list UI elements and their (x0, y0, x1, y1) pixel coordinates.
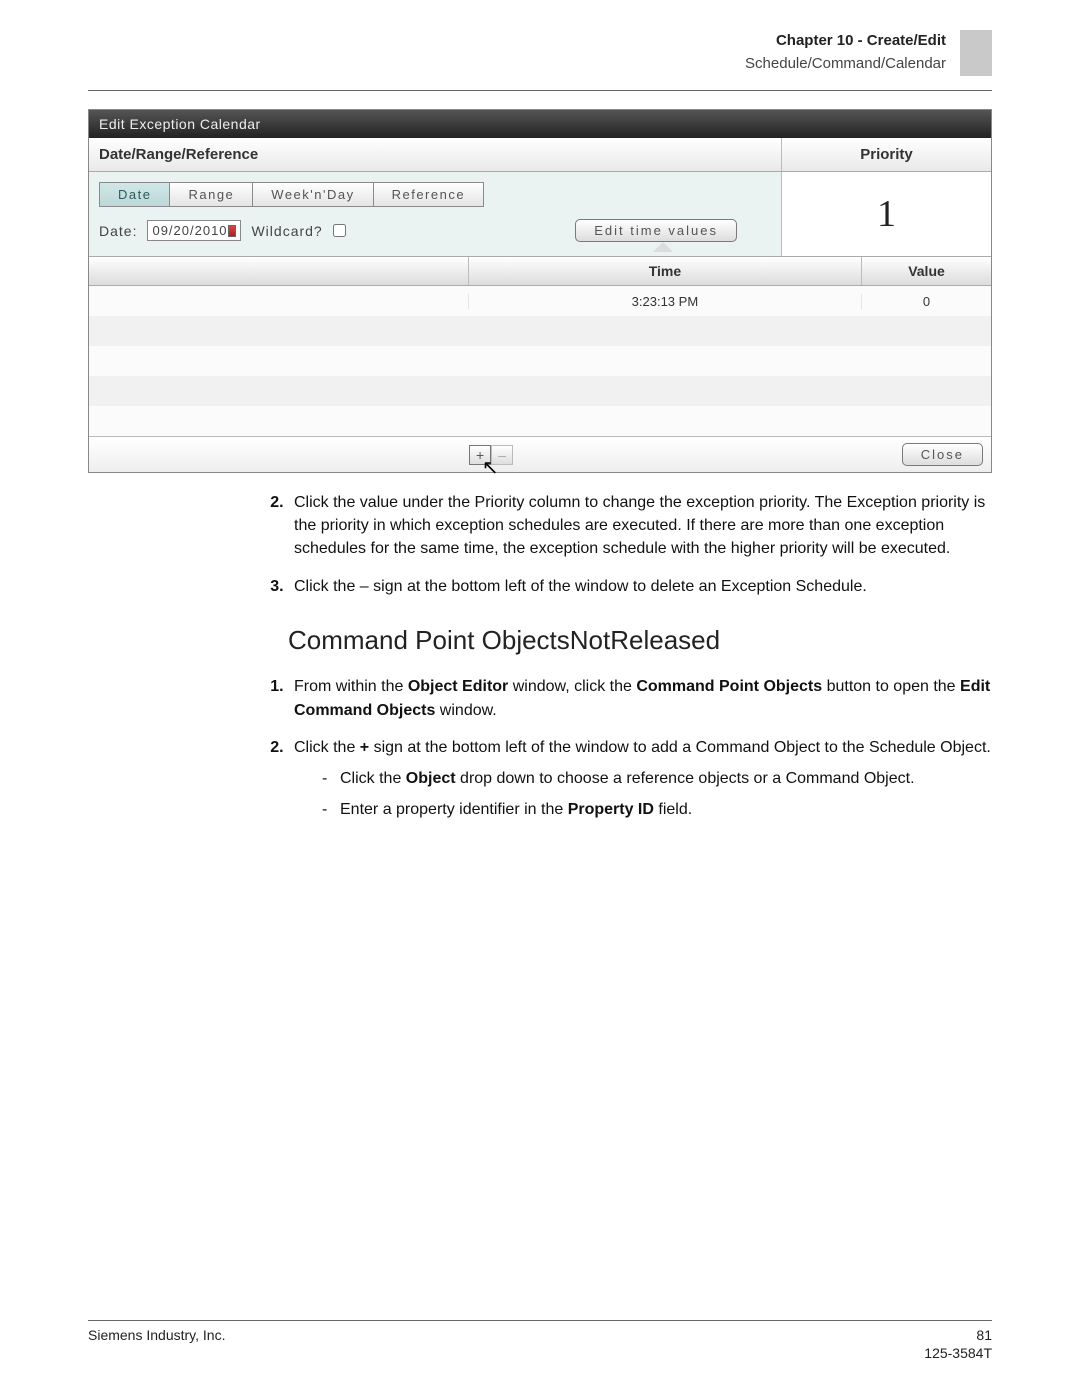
table-row[interactable] (89, 346, 991, 376)
table-row[interactable] (89, 316, 991, 346)
instruction-text: Click the value under the Priority colum… (288, 491, 992, 821)
tab-range[interactable]: Range (170, 182, 253, 207)
tab-bar: Date Range Week'n'Day Reference (99, 182, 771, 207)
time-column-header: Time (468, 257, 861, 285)
page-footer: Siemens Industry, Inc. 81 125-3584T (88, 1320, 992, 1361)
date-input[interactable]: 09/20/2010 (147, 220, 241, 241)
page-number: 81 (924, 1327, 992, 1343)
tab-date[interactable]: Date (99, 182, 170, 207)
tab-reference[interactable]: Reference (374, 182, 484, 207)
wildcard-checkbox[interactable] (333, 224, 346, 237)
callout-arrow-icon (653, 242, 673, 252)
close-button[interactable]: Close (902, 443, 983, 466)
table-row[interactable] (89, 376, 991, 406)
document-number: 125-3584T (924, 1345, 992, 1361)
section-heading: Command Point ObjectsNotReleased (288, 622, 992, 660)
window-footer: + – ↖ Close (89, 436, 991, 472)
time-value-header: Time Value (89, 256, 991, 286)
add-button[interactable]: + (469, 445, 491, 465)
window-title: Edit Exception Calendar (89, 110, 991, 138)
time-cell: 3:23:13 PM (468, 294, 861, 309)
date-value: 09/20/2010 (152, 223, 227, 238)
step-2: Click the value under the Priority colum… (288, 491, 992, 561)
priority-value[interactable]: 1 (877, 192, 896, 236)
header-marker-box (960, 30, 992, 76)
edit-time-values-button[interactable]: Edit time values (575, 219, 737, 242)
tab-weeknday[interactable]: Week'n'Day (253, 182, 373, 207)
date-label: Date: (99, 223, 137, 239)
remove-button[interactable]: – (491, 445, 513, 465)
section-header-priority: Priority (781, 138, 991, 171)
edit-exception-calendar-window: Edit Exception Calendar Date/Range/Refer… (88, 109, 992, 473)
time-value-body: 3:23:13 PM 0 (89, 286, 991, 436)
footer-company: Siemens Industry, Inc. (88, 1327, 225, 1361)
cmd-step-2b: Enter a property identifier in the Prope… (322, 798, 992, 821)
chapter-title: Chapter 10 - Create/Edit (745, 30, 946, 53)
cmd-step-1: From within the Object Editor window, cl… (288, 675, 992, 721)
table-row[interactable]: 3:23:13 PM 0 (89, 286, 991, 316)
cmd-step-2a: Click the Object drop down to choose a r… (322, 767, 992, 790)
cmd-step-2: Click the + sign at the bottom left of t… (288, 736, 992, 822)
table-row[interactable] (89, 406, 991, 436)
wildcard-label: Wildcard? (251, 223, 322, 239)
step-3: Click the – sign at the bottom left of t… (288, 575, 992, 598)
calendar-icon[interactable] (228, 225, 237, 237)
chapter-subtitle: Schedule/Command/Calendar (745, 53, 946, 76)
section-header-left: Date/Range/Reference (89, 138, 781, 171)
value-cell: 0 (861, 294, 991, 309)
value-column-header: Value (861, 257, 991, 285)
page-header: Chapter 10 - Create/Edit Schedule/Comman… (88, 30, 992, 76)
header-rule (88, 90, 992, 91)
